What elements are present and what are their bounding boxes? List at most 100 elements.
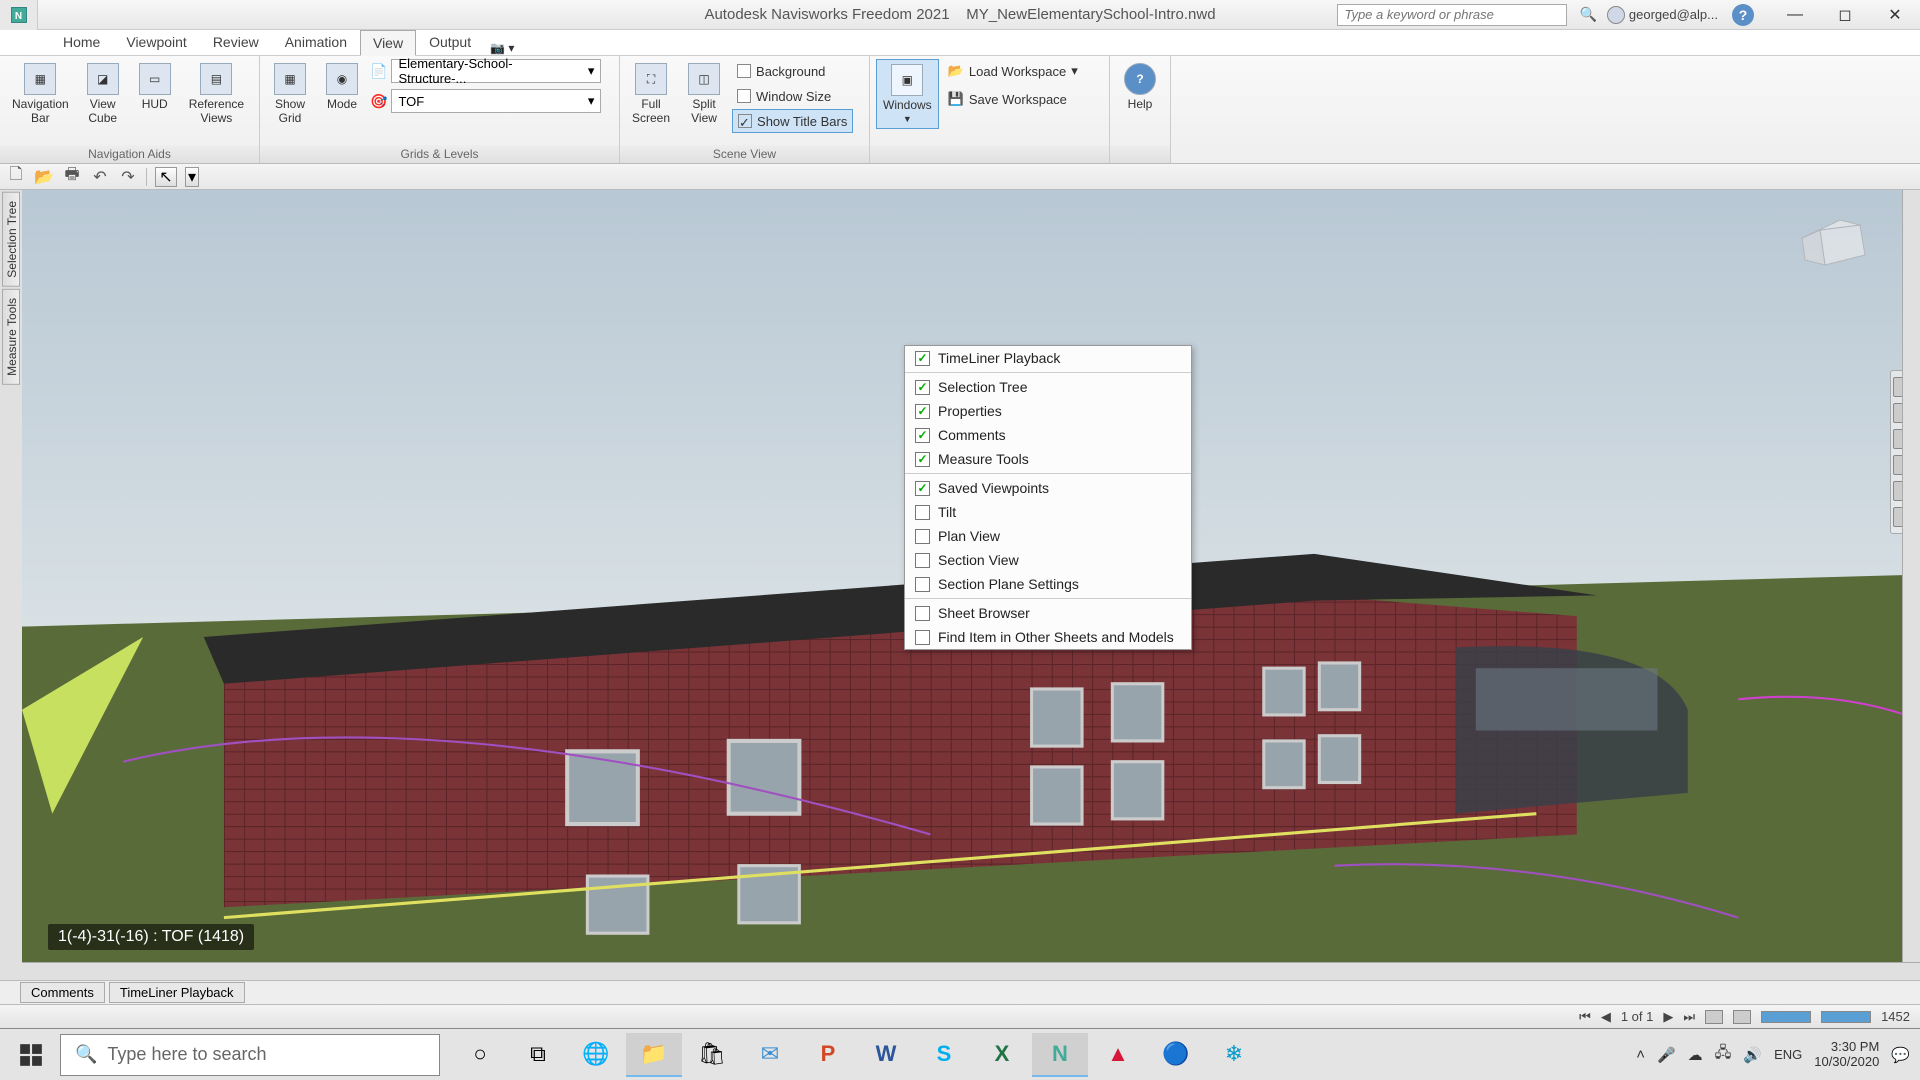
windows-menu-item[interactable]: Find Item in Other Sheets and Models (905, 625, 1191, 649)
vertical-scrollbar[interactable] (1902, 190, 1920, 962)
skype-icon[interactable]: S (916, 1033, 972, 1077)
redo-icon[interactable]: ↷ (118, 167, 138, 187)
sheet-nav-next-icon[interactable]: ▶ (1663, 1009, 1673, 1025)
windows-menu-item[interactable]: Tilt (905, 500, 1191, 524)
value: Elementary-School-Structure-... (398, 56, 579, 86)
onedrive-icon[interactable]: ☁ (1688, 1046, 1703, 1064)
mail-icon[interactable]: ✉ (742, 1033, 798, 1077)
show-grid-button[interactable]: ▦Show Grid (266, 59, 314, 129)
window-size-button[interactable]: Window Size (732, 84, 853, 108)
navigation-bar-button[interactable]: ▦Navigation Bar (6, 59, 75, 129)
edge-icon[interactable]: 🌐 (568, 1033, 624, 1077)
windows-menu-item[interactable]: ✓Measure Tools (905, 447, 1191, 471)
full-screen-button[interactable]: ⛶Full Screen (626, 59, 676, 129)
open-icon[interactable]: 📂 (34, 167, 54, 187)
help-icon[interactable]: ? (1732, 4, 1754, 26)
infocenter-search-input[interactable] (1337, 4, 1567, 26)
minimize-button[interactable]: — (1770, 0, 1820, 30)
select-dropdown-button[interactable]: ▾ (185, 167, 199, 187)
help-button[interactable]: ?Help (1116, 59, 1164, 115)
grid-structure-dropdown[interactable]: Elementary-School-Structure-...▾ (391, 59, 601, 83)
reference-views-button[interactable]: ▤Reference Views (183, 59, 250, 129)
sheet-icon[interactable] (1705, 1010, 1723, 1024)
powerpoint-icon[interactable]: P (800, 1033, 856, 1077)
start-button[interactable] (4, 1033, 58, 1077)
app-icon[interactable]: ❄ (1206, 1033, 1262, 1077)
word-icon[interactable]: W (858, 1033, 914, 1077)
group-navigation-aids: ▦Navigation Bar ◪View Cube ▭HUD ▤Referen… (0, 56, 260, 163)
load-workspace-button[interactable]: 📂Load Workspace▾ (943, 59, 1083, 83)
search-placeholder: Type here to search (107, 1044, 266, 1065)
undo-icon[interactable]: ↶ (90, 167, 110, 187)
grid-level-dropdown[interactable]: TOF▾ (391, 89, 601, 113)
timeliner-playback-tab[interactable]: TimeLiner Playback (109, 982, 245, 1003)
comments-tab[interactable]: Comments (20, 982, 105, 1003)
task-view-icon[interactable]: ⧉ (510, 1033, 566, 1077)
chrome-icon[interactable]: 🔵 (1148, 1033, 1204, 1077)
sheet-nav-first-icon[interactable]: ⏮ (1579, 1009, 1591, 1025)
navisworks-icon[interactable]: N (1032, 1033, 1088, 1077)
view-cube-widget[interactable] (1790, 210, 1880, 290)
menu-item-label: Saved Viewpoints (938, 480, 1049, 496)
ribbon-options-button[interactable]: 📷 ▾ (490, 41, 514, 55)
app-menu-button[interactable]: N (0, 0, 38, 30)
show-title-bars-button[interactable]: ✓Show Title Bars (732, 109, 853, 133)
label: HUD (142, 97, 168, 111)
hud-button[interactable]: ▭HUD (131, 59, 179, 115)
sheet-nav-prev-icon[interactable]: ◀ (1601, 1009, 1611, 1025)
file-explorer-icon[interactable]: 📁 (626, 1033, 682, 1077)
print-icon[interactable]: 🖶 (62, 167, 82, 187)
windows-menu-item[interactable]: Sheet Browser (905, 601, 1191, 625)
tab-review[interactable]: Review (200, 29, 272, 55)
view-cube-button[interactable]: ◪View Cube (79, 59, 127, 129)
windows-menu-item[interactable]: ✓Comments (905, 423, 1191, 447)
tab-animation[interactable]: Animation (272, 29, 360, 55)
acrobat-icon[interactable]: ▲ (1090, 1033, 1146, 1077)
grid-mode-button[interactable]: ◉Mode (318, 59, 366, 115)
group-label: Navigation Aids (0, 145, 259, 163)
windows-menu-item[interactable]: ✓Properties (905, 399, 1191, 423)
taskbar-search-input[interactable]: 🔍 Type here to search (60, 1034, 440, 1076)
horizontal-scrollbar[interactable] (22, 962, 1920, 980)
measure-tools-tab[interactable]: Measure Tools (2, 289, 20, 385)
tab-output[interactable]: Output (416, 29, 484, 55)
selection-tree-tab[interactable]: Selection Tree (2, 192, 20, 287)
tab-viewpoint[interactable]: Viewpoint (113, 29, 199, 55)
cortana-icon[interactable]: ○ (452, 1033, 508, 1077)
store-icon[interactable]: 🛍 (684, 1033, 740, 1077)
select-tool-button[interactable]: ↖ (155, 167, 177, 187)
label: Full Screen (632, 97, 670, 125)
language-indicator[interactable]: ENG (1774, 1047, 1802, 1062)
window-title: Autodesk Navisworks Freedom 2021 MY_NewE… (704, 6, 1215, 23)
windows-menu-item[interactable]: ✓TimeLiner Playback (905, 346, 1191, 370)
microphone-icon[interactable]: 🎤 (1657, 1046, 1676, 1064)
label: Windows (883, 98, 932, 112)
windows-menu-item[interactable]: Plan View (905, 524, 1191, 548)
clock[interactable]: 3:30 PM 10/30/2020 (1814, 1040, 1879, 1069)
close-button[interactable]: ✕ (1870, 0, 1920, 30)
windows-button[interactable]: ▣Windows▼ (876, 59, 939, 129)
sheet-nav-last-icon[interactable]: ⏭ (1683, 1009, 1695, 1025)
windows-menu-item[interactable]: Section Plane Settings (905, 572, 1191, 596)
new-icon[interactable]: 🗋 (6, 167, 26, 187)
tab-home[interactable]: Home (50, 29, 113, 55)
excel-icon[interactable]: X (974, 1033, 1030, 1077)
network-icon[interactable]: 🖧 (1715, 1042, 1732, 1067)
windows-menu-item[interactable]: Section View (905, 548, 1191, 572)
notifications-icon[interactable]: 💬 (1891, 1046, 1910, 1064)
maximize-button[interactable]: ◻ (1820, 0, 1870, 30)
tray-overflow-icon[interactable]: ˄ (1636, 1046, 1645, 1063)
save-workspace-button[interactable]: 💾Save Workspace (943, 87, 1083, 111)
volume-icon[interactable]: 🔊 (1743, 1046, 1762, 1064)
tab-view[interactable]: View (360, 30, 416, 56)
user-name: georged@alp... (1629, 7, 1718, 22)
windows-menu-item[interactable]: ✓Selection Tree (905, 375, 1191, 399)
split-view-button[interactable]: ◫Split View (680, 59, 728, 129)
infocenter-search-icon[interactable]: 🔍 (1573, 6, 1602, 23)
windows-menu-item[interactable]: ✓Saved Viewpoints (905, 476, 1191, 500)
background-button[interactable]: Background (732, 59, 853, 83)
group-label (870, 145, 1109, 163)
account-button[interactable]: georged@alp... (1607, 6, 1718, 24)
memory-icon (1733, 1010, 1751, 1024)
view-cube-icon: ◪ (87, 63, 119, 95)
